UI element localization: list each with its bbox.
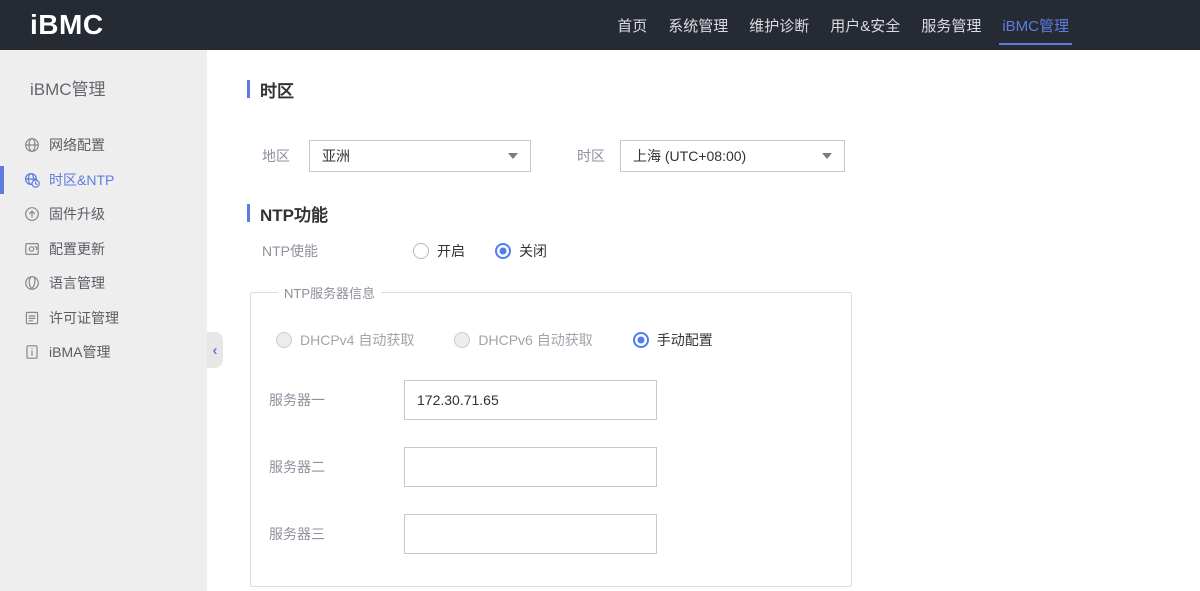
section-title-text: NTP功能 [260, 205, 328, 225]
timezone-label: 时区 [577, 148, 605, 164]
timezone-form-row: 地区 亚洲 时区 上海 (UTC+08:00) [247, 140, 1200, 172]
ntp-enable-label: NTP使能 [262, 243, 318, 259]
sidebar-item-network-config[interactable]: 网络配置 [0, 128, 207, 163]
ntp-enable-radio-group: 开启 关闭 [413, 241, 547, 261]
language-icon [24, 275, 40, 291]
region-select[interactable]: 亚洲 [309, 140, 531, 172]
timezone-select-value: 上海 (UTC+08:00) [633, 148, 747, 164]
chevron-down-icon [508, 153, 518, 159]
ntp-enable-row: NTP使能 开启 关闭 [247, 241, 1200, 261]
sidebar-item-license-management[interactable]: 许可证管理 [0, 301, 207, 336]
sidebar-menu: 网络配置 时区&NTP 固件升级 配置更新 语言管理 许可证管理 iBMA管理 [0, 128, 207, 370]
nav-item-home[interactable]: 首页 [614, 0, 650, 50]
sidebar-collapse-button[interactable]: ‹ [207, 332, 223, 368]
sidebar-item-label: 网络配置 [49, 137, 105, 154]
radio-checked-icon [495, 243, 511, 259]
radio-disabled-icon [454, 332, 471, 348]
sidebar-item-label: 许可证管理 [49, 309, 119, 326]
timezone-select[interactable]: 上海 (UTC+08:00) [620, 140, 845, 172]
sidebar-item-label: 语言管理 [49, 275, 105, 292]
server-one-input[interactable] [404, 380, 657, 420]
nav-item-system-management[interactable]: 系统管理 [665, 0, 731, 50]
server-two-label: 服务器二 [269, 459, 325, 475]
ntp-enable-on-radio[interactable]: 开启 [413, 241, 465, 261]
timezone-ntp-icon [24, 172, 40, 188]
dhcpv6-auto-radio: DHCPv6 自动获取 [454, 330, 593, 350]
sidebar: iBMC管理 网络配置 时区&NTP 固件升级 配置更新 语言管理 许可证管理 … [0, 50, 207, 591]
nav-item-service-management[interactable]: 服务管理 [918, 0, 984, 50]
sidebar-title: iBMC管理 [30, 80, 106, 99]
nav-item-maintenance-diagnosis[interactable]: 维护诊断 [746, 0, 812, 50]
server-two-row: 服务器二 [269, 447, 851, 487]
sidebar-item-label: 配置更新 [49, 240, 105, 257]
sidebar-item-firmware-upgrade[interactable]: 固件升级 [0, 197, 207, 232]
section-title-accent-bar [247, 204, 250, 222]
ntp-mode-radio-group: DHCPv4 自动获取 DHCPv6 自动获取 手动配置 [276, 330, 851, 350]
sidebar-item-label: iBMA管理 [49, 344, 111, 361]
sidebar-item-timezone-ntp[interactable]: 时区&NTP [0, 163, 207, 198]
config-update-icon [24, 241, 40, 257]
top-navigation: 首页 系统管理 维护诊断 用户&安全 服务管理 iBMC管理 [599, 0, 1072, 50]
server-two-input[interactable] [404, 447, 657, 487]
ibma-icon [24, 344, 40, 360]
ntp-enable-off-radio[interactable]: 关闭 [495, 241, 547, 261]
region-label: 地区 [262, 148, 290, 164]
ntp-server-info-group: NTP服务器信息 DHCPv4 自动获取 DHCPv6 自动获取 手动配置 服务… [250, 283, 852, 587]
server-three-label: 服务器三 [269, 526, 325, 542]
nav-item-user-security[interactable]: 用户&安全 [827, 0, 903, 50]
ntp-section-title: NTP功能 [247, 202, 1200, 225]
radio-unchecked-icon [413, 243, 429, 259]
chevron-left-icon: ‹ [212, 341, 218, 359]
radio-disabled-icon [276, 332, 292, 348]
manual-config-radio[interactable]: 手动配置 [632, 330, 713, 350]
server-three-input[interactable] [404, 514, 657, 554]
radio-checked-icon [632, 332, 649, 348]
sidebar-item-config-update[interactable]: 配置更新 [0, 232, 207, 267]
license-icon [24, 310, 40, 326]
nav-item-ibmc-management[interactable]: iBMC管理 [999, 0, 1072, 50]
ntp-server-info-legend: NTP服务器信息 [284, 286, 376, 301]
chevron-down-icon [822, 153, 832, 159]
main-content: 时区 地区 亚洲 时区 上海 (UTC+08:00) NTP功能 NTP使能 开… [207, 50, 1200, 591]
dhcpv4-auto-radio: DHCPv4 自动获取 [276, 330, 414, 350]
sidebar-item-language-management[interactable]: 语言管理 [0, 266, 207, 301]
ibmc-logo: iBMC [30, 9, 104, 40]
sidebar-item-label: 时区&NTP [49, 171, 115, 188]
sidebar-item-ibma-management[interactable]: iBMA管理 [0, 335, 207, 370]
topbar: iBMC 首页 系统管理 维护诊断 用户&安全 服务管理 iBMC管理 [0, 0, 1200, 50]
timezone-section-title: 时区 [247, 78, 1200, 101]
server-three-row: 服务器三 [269, 514, 851, 554]
section-title-text: 时区 [260, 81, 294, 101]
network-config-icon [24, 137, 40, 153]
firmware-upgrade-icon [24, 206, 40, 222]
region-select-value: 亚洲 [322, 148, 350, 164]
section-title-accent-bar [247, 80, 250, 98]
sidebar-item-label: 固件升级 [49, 206, 105, 223]
server-one-row: 服务器一 [269, 380, 851, 420]
server-one-label: 服务器一 [269, 392, 325, 408]
